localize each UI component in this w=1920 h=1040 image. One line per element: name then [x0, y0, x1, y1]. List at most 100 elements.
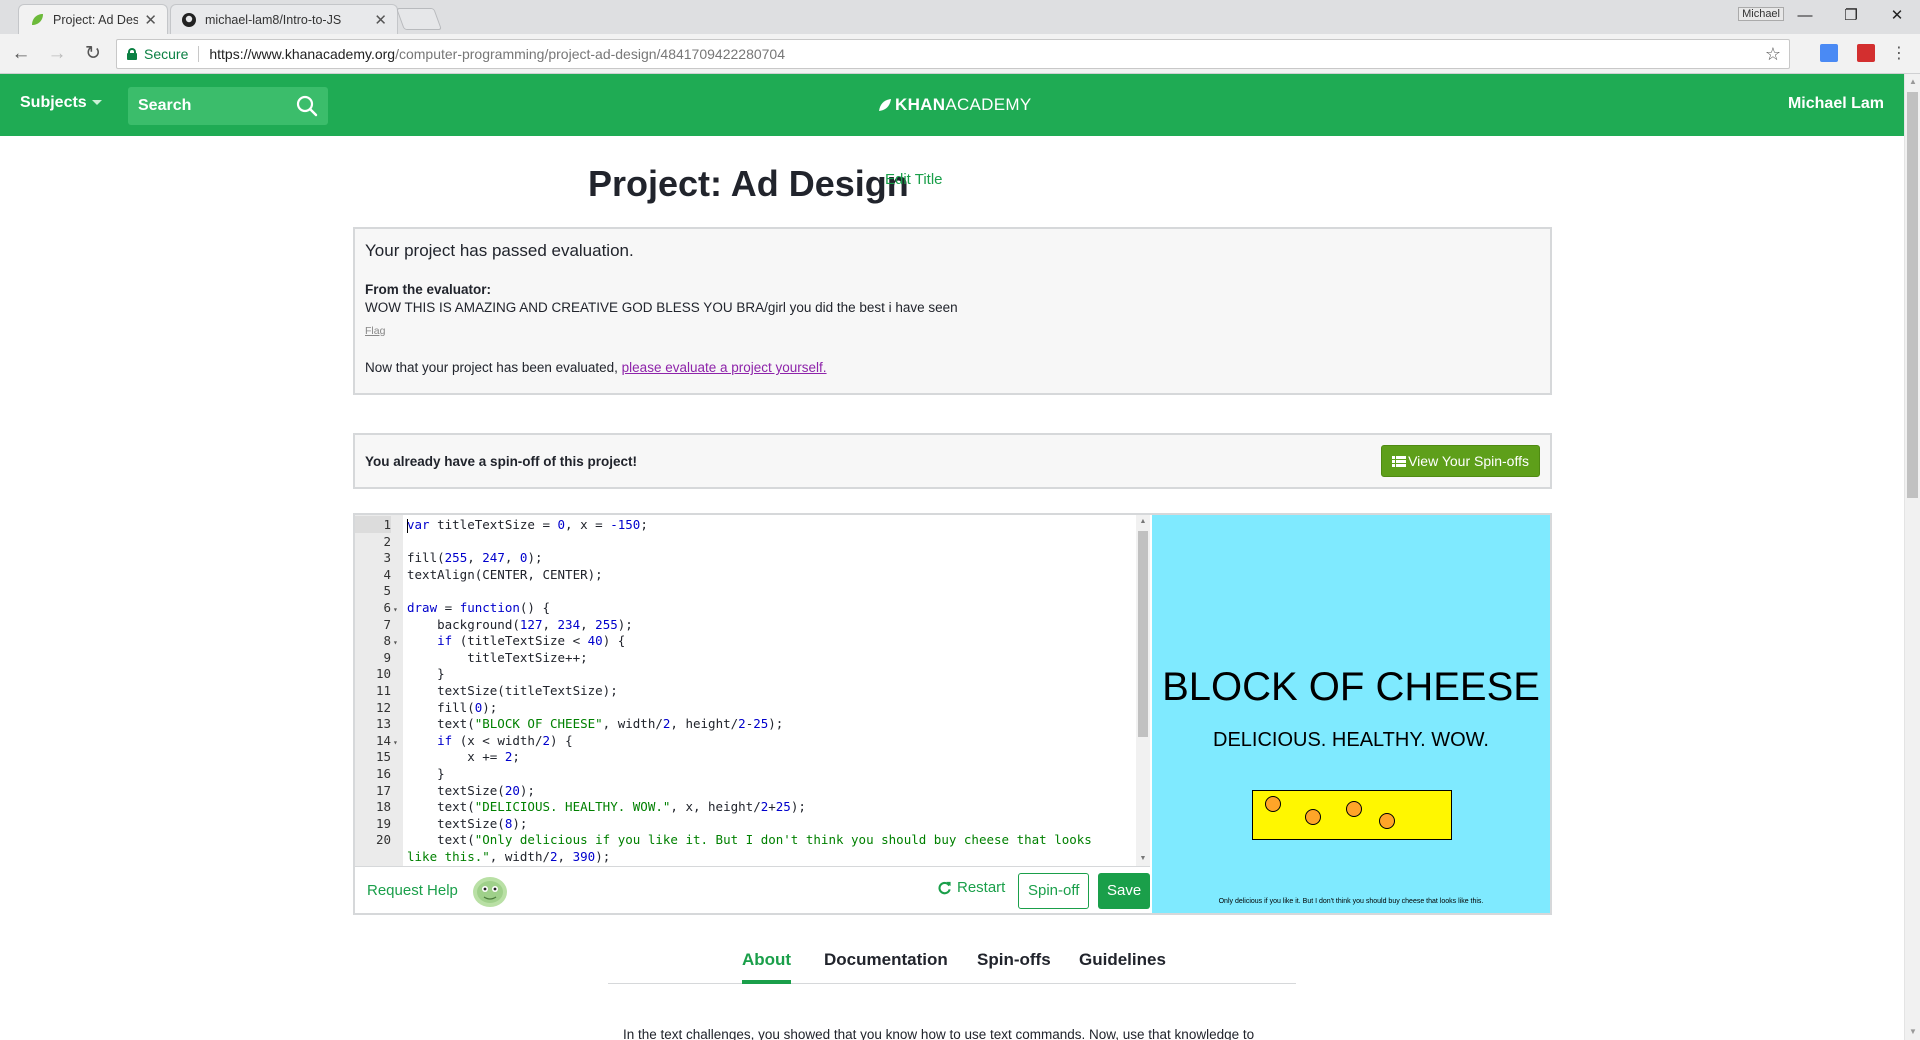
- evaluate-project-link[interactable]: please evaluate a project yourself.: [622, 360, 827, 375]
- code-line[interactable]: 11 textSize(titleTextSize);: [355, 682, 1135, 699]
- code-line[interactable]: 2: [355, 533, 1135, 550]
- tab-guidelines[interactable]: Guidelines: [1079, 950, 1166, 980]
- program-output-canvas[interactable]: BLOCK OF CHEESE DELICIOUS. HEALTHY. WOW.…: [1152, 515, 1550, 913]
- code-text: text("BLOCK OF CHEESE", width/2, height/…: [407, 716, 784, 732]
- translate-extension-icon[interactable]: [1820, 44, 1838, 62]
- restart-button[interactable]: Restart: [937, 879, 1005, 896]
- request-help-link[interactable]: Request Help: [367, 882, 458, 899]
- code-line[interactable]: 4 textAlign(CENTER, CENTER);: [355, 566, 1135, 583]
- subjects-menu[interactable]: Subjects: [20, 94, 102, 112]
- page-scrollbar[interactable]: ▲ ▼: [1904, 74, 1920, 1040]
- restore-icon[interactable]: ❐: [1828, 4, 1874, 28]
- khan-academy-logo[interactable]: KHAN ACADEMY: [878, 95, 1031, 115]
- site-header: Subjects Search KHAN ACADEMY Michael Lam: [0, 74, 1904, 136]
- cheese-hole: [1265, 796, 1281, 812]
- reload-icon[interactable]: ↻: [82, 43, 104, 65]
- tab-title: michael-lam8/Intro-to-JS: [205, 12, 342, 27]
- code-text: var titleTextSize = 0, x = -150;: [407, 517, 648, 533]
- line-number: 17: [375, 782, 391, 798]
- close-window-icon[interactable]: ✕: [1874, 4, 1920, 28]
- code-line[interactable]: 12 fill(0);: [355, 699, 1135, 716]
- leaf-icon: [879, 99, 891, 111]
- divider: [198, 46, 200, 62]
- line-number: 3: [383, 550, 391, 566]
- secure-label: Secure: [144, 46, 189, 62]
- scroll-up-icon[interactable]: ▲: [1136, 515, 1150, 529]
- code-text: textSize(20);: [407, 782, 535, 798]
- code-line[interactable]: 17 textSize(20);: [355, 782, 1135, 799]
- code-scrollbar[interactable]: ▲ ▼: [1136, 515, 1150, 866]
- code-line[interactable]: 8 ▾ if (titleTextSize < 40) {: [355, 632, 1135, 649]
- search-input[interactable]: Search: [128, 87, 328, 125]
- bookmark-star-icon[interactable]: ☆: [1765, 44, 1781, 65]
- evaluation-panel: Your project has passed evaluation. From…: [353, 227, 1552, 395]
- code-line[interactable]: 16 }: [355, 765, 1135, 782]
- code-line[interactable]: 9 titleTextSize++;: [355, 649, 1135, 666]
- line-number: 8: [383, 633, 391, 649]
- code-text: text("DELICIOUS. HEALTHY. WOW.", x, heig…: [407, 799, 806, 815]
- browser-tab-active[interactable]: Project: Ad Design | Com ✕: [18, 4, 168, 34]
- code-line[interactable]: 19 textSize(8);: [355, 815, 1135, 832]
- forward-icon[interactable]: →: [46, 43, 68, 65]
- line-number: 12: [375, 699, 391, 715]
- code-line[interactable]: like this.", width/2, 390);: [355, 848, 1135, 865]
- code-line[interactable]: 15 x += 2;: [355, 748, 1135, 765]
- browser-toolbar: ← → ↻ Secure https://www.khanacademy.org…: [0, 34, 1920, 74]
- tab-documentation[interactable]: Documentation: [824, 950, 948, 980]
- search-icon[interactable]: [296, 95, 318, 117]
- code-line[interactable]: 3 fill(255, 247, 0);: [355, 549, 1135, 566]
- code-text: x += 2;: [407, 749, 520, 765]
- profile-button[interactable]: Michael: [1738, 7, 1784, 21]
- about-description: In the text challenges, you showed that …: [623, 1027, 1255, 1040]
- code-line[interactable]: 1 var titleTextSize = 0, x = -150;: [355, 516, 1135, 533]
- github-icon: [182, 12, 196, 27]
- extension-icon[interactable]: [1857, 44, 1875, 62]
- close-tab-icon[interactable]: ✕: [144, 11, 157, 29]
- code-text: background(127, 234, 255);: [407, 616, 633, 632]
- scroll-down-icon[interactable]: ▼: [1905, 1024, 1920, 1040]
- spinoff-button[interactable]: Spin-off: [1018, 873, 1090, 909]
- scroll-up-icon[interactable]: ▲: [1905, 74, 1920, 90]
- line-number: 14: [375, 732, 391, 748]
- evaluate-prompt: Now that your project has been evaluated…: [365, 360, 1540, 375]
- evaluate-prompt-text: Now that your project has been evaluated…: [365, 360, 622, 375]
- line-number: 9: [383, 649, 391, 665]
- code-line[interactable]: 14 ▾ if (x < width/2) {: [355, 732, 1135, 749]
- scroll-down-icon[interactable]: ▼: [1136, 852, 1150, 866]
- evaluator-message: WOW THIS IS AMAZING AND CREATIVE GOD BLE…: [365, 300, 958, 315]
- browser-tab[interactable]: michael-lam8/Intro-to-JS ✕: [170, 4, 398, 34]
- lock-icon: [127, 48, 137, 60]
- avatar: [473, 877, 507, 907]
- project-editor: ▲ ▼ 1 var titleTextSize = 0, x = -150; 2 3 f…: [353, 513, 1552, 915]
- close-tab-icon[interactable]: ✕: [374, 11, 387, 29]
- code-line[interactable]: 10 }: [355, 665, 1135, 682]
- tab-about[interactable]: About: [742, 950, 792, 984]
- menu-icon[interactable]: ⋮: [1888, 43, 1910, 65]
- save-button[interactable]: Save: [1098, 873, 1151, 909]
- code-line[interactable]: 6 ▾ draw = function() {: [355, 599, 1135, 616]
- tab-title: Project: Ad Design | Com: [53, 12, 139, 27]
- browser-tab-bar: Project: Ad Design | Com ✕ michael-lam8/…: [0, 0, 1920, 34]
- back-icon[interactable]: ←: [10, 43, 32, 65]
- code-line[interactable]: 18 text("DELICIOUS. HEALTHY. WOW.", x, h…: [355, 798, 1135, 815]
- code-editor[interactable]: ▲ ▼ 1 var titleTextSize = 0, x = -150; 2 3 f…: [355, 515, 1150, 866]
- tab-spinoffs[interactable]: Spin-offs: [977, 950, 1051, 980]
- code-line[interactable]: 7 background(127, 234, 255);: [355, 616, 1135, 633]
- code-line[interactable]: 5: [355, 582, 1135, 599]
- user-menu[interactable]: Michael Lam: [1788, 95, 1884, 113]
- code-line[interactable]: 20 text("Only delicious if you like it. …: [355, 831, 1135, 848]
- cheese-hole: [1379, 813, 1395, 829]
- address-bar[interactable]: Secure https://www.khanacademy.org/compu…: [116, 39, 1790, 69]
- code-line[interactable]: 13 text("BLOCK OF CHEESE", width/2, heig…: [355, 715, 1135, 732]
- view-spinoffs-button[interactable]: View Your Spin-offs: [1381, 445, 1540, 477]
- new-tab-button[interactable]: [395, 8, 443, 30]
- code-scroll-thumb[interactable]: [1138, 531, 1148, 737]
- edit-title-link[interactable]: Edit Title: [885, 171, 943, 188]
- flag-link[interactable]: Flag: [365, 325, 1540, 337]
- code-text: like this.", width/2, 390);: [407, 849, 611, 864]
- line-number: 6: [383, 600, 391, 615]
- editor-toolbar: Request Help Restart Spin-off Save: [355, 866, 1151, 913]
- minimize-icon[interactable]: —: [1782, 4, 1828, 28]
- evaluation-status: Your project has passed evaluation.: [365, 241, 634, 260]
- scroll-thumb[interactable]: [1907, 92, 1918, 498]
